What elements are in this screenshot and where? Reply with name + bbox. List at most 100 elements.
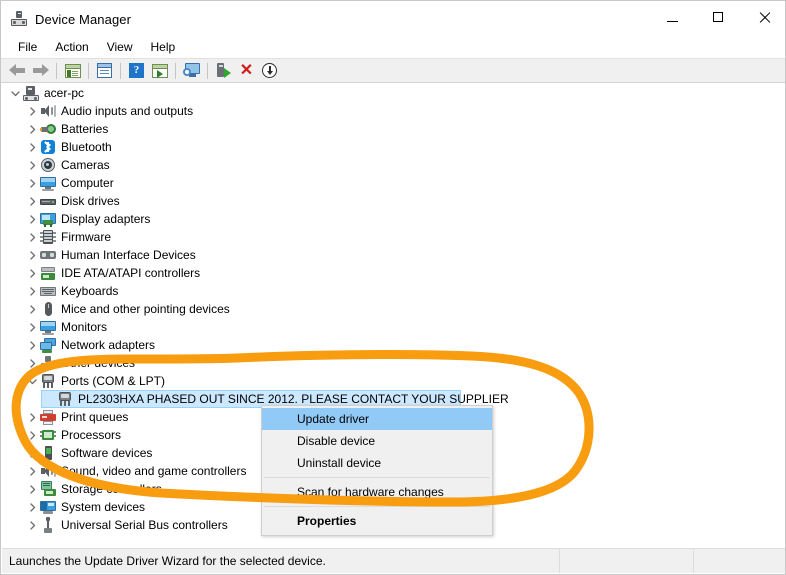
monitor-icon xyxy=(40,319,56,335)
menu-action[interactable]: Action xyxy=(46,38,97,57)
tree-item[interactable]: Batteries xyxy=(2,120,786,138)
chevron-right-icon[interactable] xyxy=(24,300,40,318)
chevron-right-icon[interactable] xyxy=(24,102,40,120)
context-menu-separator xyxy=(264,506,490,507)
menu-help[interactable]: Help xyxy=(142,38,185,57)
tree-item[interactable]: Bluetooth xyxy=(2,138,786,156)
hid-icon xyxy=(40,247,56,263)
tree-root-item[interactable]: acer-pc xyxy=(2,84,786,102)
chevron-right-icon[interactable] xyxy=(24,516,40,534)
window-controls xyxy=(649,1,786,33)
toolbar-properties-button[interactable] xyxy=(93,60,116,82)
toolbar-console-tree-button[interactable] xyxy=(61,60,84,82)
context-menu-item-update-driver[interactable]: Update driver xyxy=(262,408,492,430)
camera-icon xyxy=(40,157,56,173)
tree-item[interactable]: Audio inputs and outputs xyxy=(2,102,786,120)
status-cell-3 xyxy=(694,549,786,573)
chevron-down-icon[interactable] xyxy=(7,84,23,102)
toolbar-enable-device-button[interactable] xyxy=(212,60,235,82)
chevron-right-icon[interactable] xyxy=(24,156,40,174)
chevron-right-icon[interactable] xyxy=(24,336,40,354)
download-icon xyxy=(262,63,277,78)
tree-item-label: Print queues xyxy=(61,408,128,426)
chevron-right-icon[interactable] xyxy=(24,210,40,228)
display-adapter-icon xyxy=(40,211,56,227)
menu-file[interactable]: File xyxy=(9,38,46,57)
chevron-right-icon[interactable] xyxy=(24,498,40,516)
firmware-chip-icon xyxy=(40,229,56,245)
system-device-icon xyxy=(40,499,56,515)
chevron-right-icon[interactable] xyxy=(24,120,40,138)
tree-item-label: Bluetooth xyxy=(61,138,112,156)
minimize-icon xyxy=(667,21,678,22)
maximize-icon xyxy=(713,12,723,22)
context-menu-item-uninstall-device[interactable]: Uninstall device xyxy=(262,452,492,474)
toolbar-separator xyxy=(88,63,89,79)
other-device-icon xyxy=(40,355,56,371)
monitor-icon xyxy=(40,175,56,191)
toolbar-help-button[interactable]: ? xyxy=(125,60,148,82)
chevron-right-icon[interactable] xyxy=(24,192,40,210)
tree-item-label: acer-pc xyxy=(44,84,84,102)
chevron-right-icon[interactable] xyxy=(24,174,40,192)
chevron-right-icon[interactable] xyxy=(24,480,40,498)
uninstall-device-icon: ✕ xyxy=(240,63,253,79)
keyboard-icon xyxy=(40,283,56,299)
tree-item[interactable]: Network adapters xyxy=(2,336,786,354)
tree-item[interactable]: Disk drives xyxy=(2,192,786,210)
tree-item[interactable]: Other devices xyxy=(2,354,786,372)
tree-item[interactable]: Monitors xyxy=(2,318,786,336)
chevron-down-icon[interactable] xyxy=(24,372,40,390)
chevron-right-icon[interactable] xyxy=(24,426,40,444)
chevron-right-icon[interactable] xyxy=(24,408,40,426)
tree-item[interactable]: Display adapters xyxy=(2,210,786,228)
tree-item[interactable]: Computer xyxy=(2,174,786,192)
tree-item-label: Computer xyxy=(61,174,114,192)
tree-item[interactable]: Mice and other pointing devices xyxy=(2,300,786,318)
chevron-right-icon[interactable] xyxy=(24,444,40,462)
toolbar-download-button[interactable] xyxy=(258,60,281,82)
toolbar-scan-hardware-button[interactable] xyxy=(180,60,203,82)
storage-controller-icon xyxy=(40,481,56,497)
tree-item-label: Audio inputs and outputs xyxy=(61,102,193,120)
menu-view[interactable]: View xyxy=(98,38,142,57)
chevron-right-icon[interactable] xyxy=(24,354,40,372)
tree-item[interactable]: IDE ATA/ATAPI controllers xyxy=(2,264,786,282)
tree-item-label: Human Interface Devices xyxy=(61,246,196,264)
tree-item[interactable]: Keyboards xyxy=(2,282,786,300)
context-menu-item-scan-for-hardware-changes[interactable]: Scan for hardware changes xyxy=(262,481,492,503)
context-menu-separator xyxy=(264,477,490,478)
tree-item-label: Network adapters xyxy=(61,336,155,354)
speaker-icon xyxy=(40,103,56,119)
tree-item-label: Processors xyxy=(61,426,121,444)
tree-item-label: Ports (COM & LPT) xyxy=(61,372,165,390)
context-menu-item-disable-device[interactable]: Disable device xyxy=(262,430,492,452)
tree-item-label: System devices xyxy=(61,498,145,516)
tree-item-label: Display adapters xyxy=(61,210,150,228)
chevron-right-icon[interactable] xyxy=(24,282,40,300)
tree-item[interactable]: Firmware xyxy=(2,228,786,246)
tree-item-label: Keyboards xyxy=(61,282,118,300)
chevron-right-icon[interactable] xyxy=(24,318,40,336)
tree-item[interactable]: Human Interface Devices xyxy=(2,246,786,264)
toolbar-uninstall-device-button[interactable]: ✕ xyxy=(235,60,258,82)
chevron-right-icon[interactable] xyxy=(24,264,40,282)
tree-item-label: Mice and other pointing devices xyxy=(61,300,230,318)
context-menu-item-properties[interactable]: Properties xyxy=(262,510,492,532)
close-button[interactable] xyxy=(741,1,786,33)
chevron-right-icon[interactable] xyxy=(24,246,40,264)
minimize-button[interactable] xyxy=(649,1,695,33)
chevron-right-icon[interactable] xyxy=(24,228,40,246)
chevron-right-icon[interactable] xyxy=(24,462,40,480)
printer-icon xyxy=(40,409,56,425)
toolbar-update-driver-button[interactable] xyxy=(148,60,171,82)
tree-item[interactable]: Cameras xyxy=(2,156,786,174)
processor-icon xyxy=(40,427,56,443)
speaker-icon xyxy=(40,463,56,479)
maximize-button[interactable] xyxy=(695,1,741,33)
device-manager-window: Device Manager File Action View Help xyxy=(0,0,786,575)
tree-item[interactable]: Ports (COM & LPT) xyxy=(2,372,786,390)
toolbar-back-button[interactable] xyxy=(6,60,29,82)
toolbar-forward-button[interactable] xyxy=(29,60,52,82)
chevron-right-icon[interactable] xyxy=(24,138,40,156)
